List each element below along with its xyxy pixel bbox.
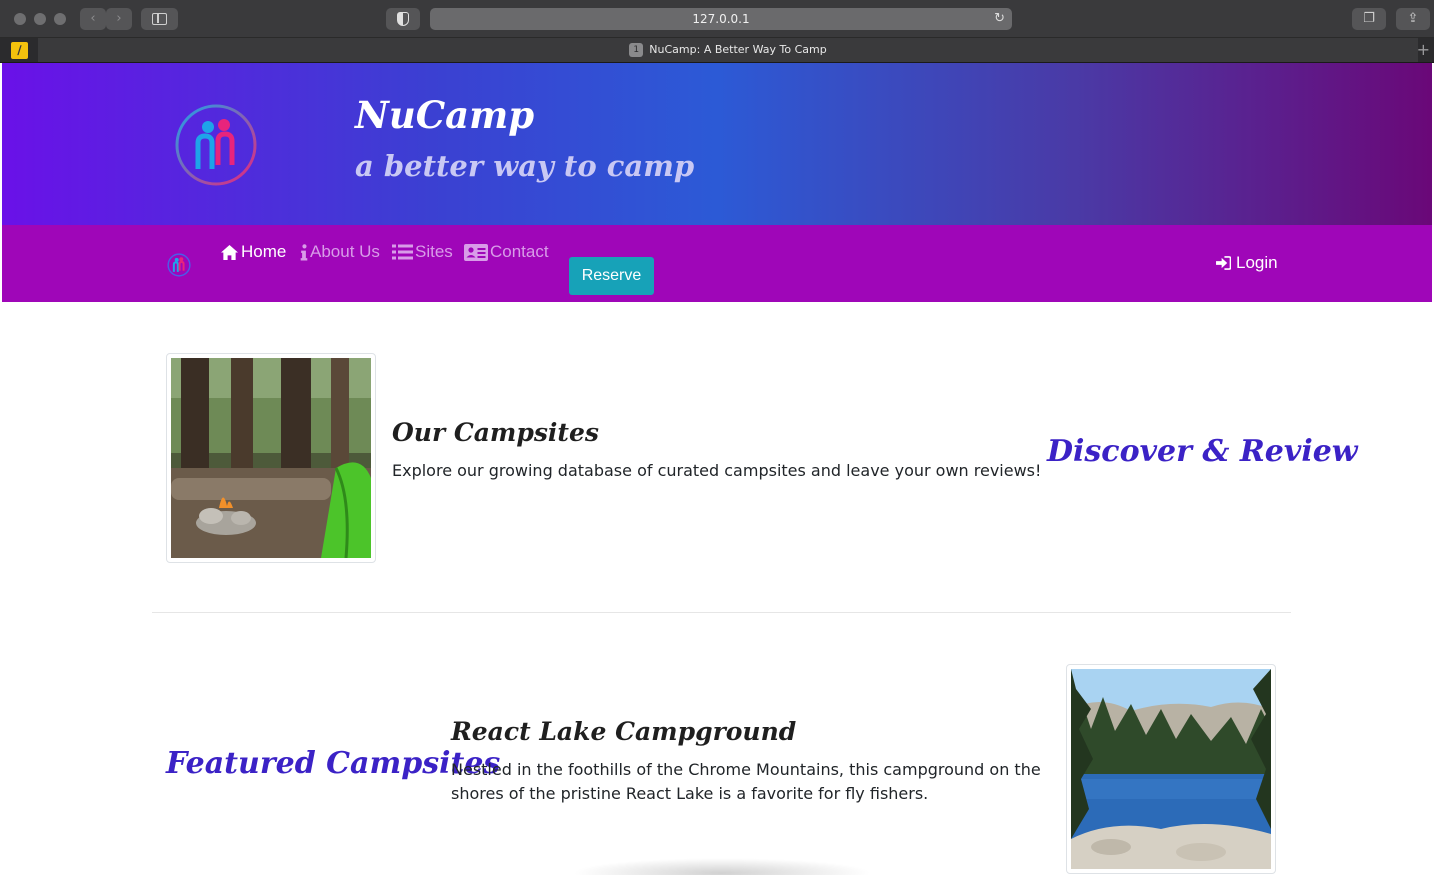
tab-bar: ∕ 1 NuCamp: A Better Way To Camp + <box>0 38 1434 63</box>
tab-title: NuCamp: A Better Way To Camp <box>649 43 827 56</box>
featured-campsite-description-line1: Nestled in the foothills of the Chrome M… <box>451 760 1041 779</box>
pinned-tab-icon[interactable]: ∕ <box>11 42 28 59</box>
url-text: 127.0.0.1 <box>692 12 750 26</box>
nav-link-about[interactable]: About Us <box>300 242 380 262</box>
featured-campsite-title: React Lake Campground <box>451 717 797 746</box>
list-icon <box>392 244 413 260</box>
header-jumbotron: NuCamp a better way to camp <box>2 63 1432 225</box>
campsites-description: Explore our growing database of curated … <box>392 461 1042 480</box>
browser-toolbar: ‹ › 127.0.0.1 ↻ ❐ ⇪ <box>0 0 1434 38</box>
close-window-button[interactable] <box>14 13 26 25</box>
nav-link-contact[interactable]: Contact <box>464 242 549 262</box>
tab-overview-button[interactable]: ❐ <box>1352 8 1386 30</box>
reserve-button[interactable]: Reserve <box>569 257 654 295</box>
privacy-report-button[interactable] <box>386 8 420 30</box>
back-button[interactable]: ‹ <box>80 8 106 30</box>
address-card-icon <box>464 243 488 261</box>
share-button[interactable]: ⇪ <box>1396 8 1430 30</box>
navbar-logo-icon[interactable] <box>167 253 191 277</box>
campsite-image <box>166 353 376 563</box>
new-tab-icon[interactable]: + <box>1417 40 1430 59</box>
sign-in-icon <box>1216 256 1231 270</box>
chevron-left-icon: ‹ <box>90 11 96 26</box>
tab-active[interactable]: 1 NuCamp: A Better Way To Camp <box>38 38 1418 62</box>
reload-icon[interactable]: ↻ <box>994 8 1005 30</box>
nav-label-home: Home <box>241 242 287 261</box>
chevron-right-icon: › <box>116 11 122 26</box>
info-icon <box>300 243 308 261</box>
share-icon: ⇪ <box>1407 11 1419 26</box>
tab-number: 1 <box>629 43 644 57</box>
tabs-icon: ❐ <box>1363 11 1375 26</box>
featured-campsite-image <box>1066 664 1276 874</box>
home-icon <box>221 244 238 260</box>
lake-photo <box>1071 669 1271 869</box>
nav-link-sites[interactable]: Sites <box>392 242 453 262</box>
site-subtitle: a better way to camp <box>355 149 695 183</box>
nav-label-about: About Us <box>310 242 380 261</box>
shield-icon <box>397 12 409 26</box>
nucamp-logo-icon <box>175 104 257 186</box>
sidebar-icon <box>152 13 167 25</box>
nav-label-sites: Sites <box>415 242 453 261</box>
nav-label-contact: Contact <box>490 242 549 261</box>
scroll-shadow <box>572 858 872 875</box>
featured-campsite-description-line2: shores of the pristine React Lake is a f… <box>451 784 929 803</box>
login-label: Login <box>1236 253 1278 272</box>
section-divider <box>152 612 1291 613</box>
forward-button[interactable]: › <box>106 8 132 30</box>
campfire-photo <box>171 358 371 558</box>
site-title: NuCamp <box>355 93 535 137</box>
main-navbar: Home About Us Sites Contact Reserve Logi… <box>2 225 1432 302</box>
login-button[interactable]: Login <box>1216 253 1278 273</box>
nav-link-home[interactable]: Home <box>220 242 286 262</box>
discover-review-heading: Discover & Review <box>1047 434 1358 469</box>
maximize-window-button[interactable] <box>54 13 66 25</box>
page-viewport: NuCamp a better way to camp Home About U… <box>2 63 1432 875</box>
sidebar-toggle-button[interactable] <box>141 8 178 30</box>
minimize-window-button[interactable] <box>34 13 46 25</box>
campsites-title: Our Campsites <box>392 418 599 447</box>
address-bar[interactable]: 127.0.0.1 ↻ <box>430 8 1012 30</box>
